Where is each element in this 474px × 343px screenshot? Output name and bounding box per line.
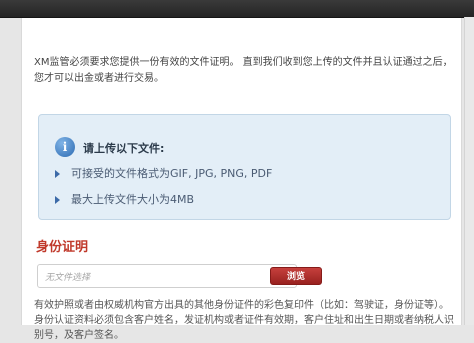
list-item-label: 最大上传文件大小为4MB	[71, 193, 195, 206]
list-item: 最大上传文件大小为4MB	[55, 193, 272, 219]
info-icon: i	[55, 137, 75, 157]
file-input[interactable]: 无文件选择 浏览	[37, 264, 322, 288]
list-item-label: 可接受的文件格式为GIF, JPG, PNG, PDF	[71, 167, 273, 180]
info-title: 请上传以下文件:	[83, 142, 165, 155]
browse-button[interactable]: 浏览	[270, 267, 322, 285]
file-placeholder: 无文件选择	[45, 273, 91, 283]
intro-text: XM监管必须要求您提供一份有效的文件证明。 直到我们收到您上传的文件并且认证通过…	[34, 57, 453, 84]
list-item: 可接受的文件格式为GIF, JPG, PNG, PDF	[55, 167, 272, 193]
bullet-arrow-icon	[55, 170, 60, 178]
id-proof-description: 有效护照或者由权威机构官方出具的其他身份证件的彩色复印件（比如：驾驶证，身份证等…	[34, 300, 454, 341]
scrollbar[interactable]	[464, 17, 474, 325]
upload-panel: XM监管必须要求您提供一份有效的文件证明。 直到我们收到您上传的文件并且认证通过…	[21, 18, 462, 341]
top-bar	[0, 0, 474, 18]
id-proof-title: 身份证明	[36, 240, 89, 255]
upload-info-box: i 请上传以下文件: 可接受的文件格式为GIF, JPG, PNG, PDF 最…	[38, 114, 451, 220]
bullet-arrow-icon	[55, 196, 60, 204]
info-list: 可接受的文件格式为GIF, JPG, PNG, PDF 最大上传文件大小为4MB	[55, 167, 272, 219]
